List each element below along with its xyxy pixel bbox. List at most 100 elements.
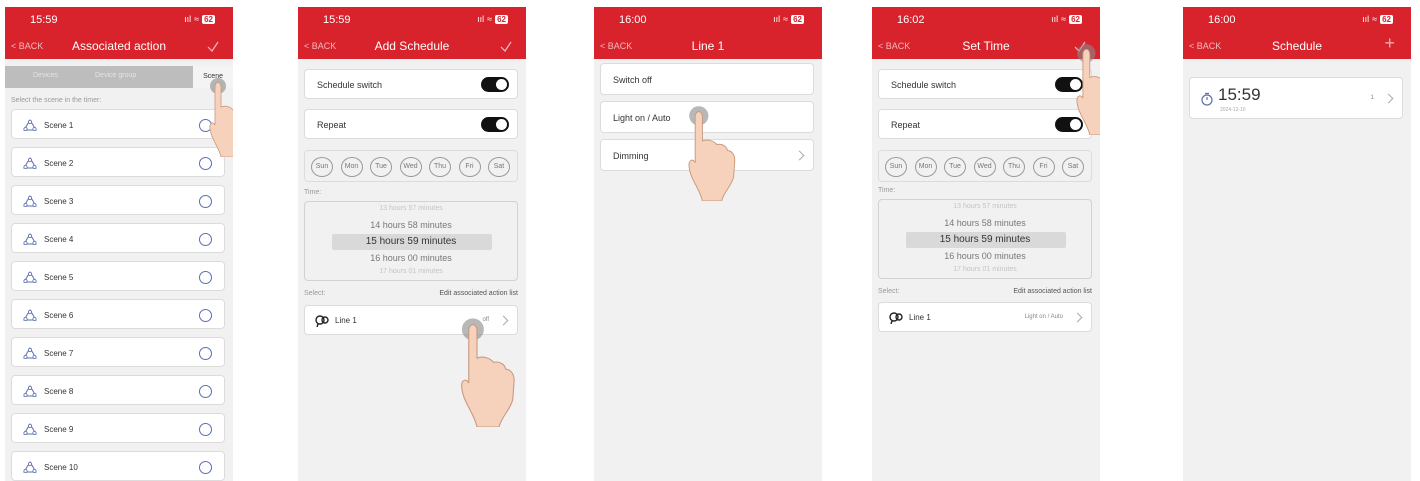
day-chip-tue[interactable]: Tue: [370, 157, 392, 177]
repeat-row: Repeat: [304, 109, 518, 139]
scene-label: Scene 8: [44, 387, 74, 396]
scene-icon: [23, 347, 37, 359]
scene-list-item[interactable]: Scene 8: [11, 375, 225, 405]
picker-row[interactable]: 13 hours 57 minutes: [879, 203, 1091, 210]
schedule-date: 2024-12-10: [1220, 107, 1246, 113]
scene-hint: Select the scene in the timer:: [11, 97, 102, 104]
day-chip-sun[interactable]: Sun: [311, 157, 333, 177]
repeat-label: Repeat: [891, 120, 921, 130]
chevron-right-icon: [794, 150, 805, 161]
time-picker[interactable]: 13 hours 57 minutes 14 hours 58 minutes 15…: [304, 201, 518, 281]
option-label: Switch off: [613, 75, 652, 85]
signal-icon: ııl: [773, 14, 781, 24]
header: 15:59 ııl ≈ 62 < BACK Add Schedule: [298, 7, 526, 59]
day-chip-sat[interactable]: Sat: [1062, 157, 1084, 177]
picker-row[interactable]: 16 hours 00 minutes: [879, 251, 1091, 261]
day-chip-thu[interactable]: Thu: [429, 157, 451, 177]
picker-row[interactable]: 16 hours 00 minutes: [305, 253, 517, 263]
day-chip-mon[interactable]: Mon: [914, 157, 937, 177]
status-icons: ııl ≈ 62: [1362, 14, 1393, 24]
picker-row[interactable]: 17 hours 01 minutes: [305, 268, 517, 275]
line-name: Line 1: [335, 316, 357, 325]
wifi-icon: ≈: [194, 14, 200, 24]
scene-radio[interactable]: [199, 347, 212, 360]
line-name: Line 1: [909, 313, 931, 322]
scene-radio[interactable]: [199, 157, 212, 170]
status-time: 16:02: [897, 14, 925, 26]
edit-action-list-link[interactable]: Edit associated action list: [439, 290, 518, 297]
scene-list-item[interactable]: Scene 7: [11, 337, 225, 367]
signal-icon: ııl: [1362, 14, 1370, 24]
line-row[interactable]: Line 1 Light on / Auto: [878, 302, 1092, 332]
option-label: Light on / Auto: [613, 113, 671, 123]
schedule-entry[interactable]: 15:59 2024-12-10 1: [1189, 77, 1403, 119]
edit-action-list-link[interactable]: Edit associated action list: [1013, 288, 1092, 295]
scene-icon: [23, 461, 37, 473]
battery-icon: 62: [202, 14, 215, 24]
scene-icon: [23, 195, 37, 207]
scene-radio[interactable]: [199, 271, 212, 284]
scene-icon: [23, 157, 37, 169]
picker-row[interactable]: 15 hours 59 minutes: [305, 236, 517, 247]
page-title: Associated action: [71, 39, 167, 53]
scene-radio[interactable]: [199, 195, 212, 208]
scene-icon: [23, 423, 37, 435]
scene-list-item[interactable]: Scene 1: [11, 109, 225, 139]
header: 16:00 ııl ≈ 62 < BACK Schedule +: [1183, 7, 1411, 59]
scene-list-item[interactable]: Scene 6: [11, 299, 225, 329]
option-label: Dimming: [613, 151, 649, 161]
scene-radio[interactable]: [199, 385, 212, 398]
picker-row[interactable]: 17 hours 01 minutes: [879, 266, 1091, 273]
picker-row[interactable]: 14 hours 58 minutes: [879, 218, 1091, 228]
battery-icon: 62: [1380, 14, 1393, 24]
day-chip-wed[interactable]: Wed: [399, 157, 422, 177]
battery-icon: 62: [791, 14, 804, 24]
day-chip-wed[interactable]: Wed: [973, 157, 996, 177]
header: 16:02 ııl ≈ 62 < BACK Set Time: [872, 7, 1100, 59]
scene-radio[interactable]: [199, 423, 212, 436]
scene-icon: [23, 119, 37, 131]
scene-radio[interactable]: [199, 233, 212, 246]
day-chip-fri[interactable]: Fri: [458, 157, 481, 177]
option-switch-off[interactable]: Switch off: [600, 63, 814, 95]
tab-device-group[interactable]: Device group: [95, 72, 136, 79]
wifi-icon: ≈: [1372, 14, 1378, 24]
scene-list-item[interactable]: Scene 10: [11, 451, 225, 481]
picker-row[interactable]: 13 hours 57 minutes: [305, 205, 517, 212]
pointer-hand-icon: [209, 78, 233, 157]
battery-icon: 62: [495, 14, 508, 24]
tab-bar: Devices Device group Scene: [5, 66, 233, 88]
scene-list-item[interactable]: Scene 9: [11, 413, 225, 443]
scene-list-item[interactable]: Scene 3: [11, 185, 225, 215]
picker-row[interactable]: 14 hours 58 minutes: [305, 220, 517, 230]
weekday-selector: Sun Mon Tue Wed Thu Fri Sat: [878, 150, 1092, 182]
pointer-hand-icon: [1076, 44, 1100, 135]
day-chip-sat[interactable]: Sat: [488, 157, 510, 177]
scene-icon: [23, 233, 37, 245]
plus-icon[interactable]: +: [1384, 34, 1395, 52]
status-time: 15:59: [30, 14, 58, 26]
scene-list-item[interactable]: Scene 2: [11, 147, 225, 177]
time-picker[interactable]: 13 hours 57 minutes 14 hours 58 minutes 15…: [878, 199, 1092, 279]
scene-list-item[interactable]: Scene 4: [11, 223, 225, 253]
tab-devices[interactable]: Devices: [33, 72, 58, 79]
picker-row[interactable]: 15 hours 59 minutes: [879, 234, 1091, 245]
day-chip-thu[interactable]: Thu: [1003, 157, 1025, 177]
scene-list-item[interactable]: Scene 5: [11, 261, 225, 291]
day-chip-fri[interactable]: Fri: [1032, 157, 1055, 177]
wifi-icon: ≈: [487, 14, 493, 24]
weekday-selector: Sun Mon Tue Wed Thu Fri Sat: [304, 150, 518, 182]
scene-radio[interactable]: [199, 461, 212, 474]
day-chip-sun[interactable]: Sun: [885, 157, 907, 177]
check-icon[interactable]: [207, 41, 219, 53]
repeat-toggle[interactable]: [481, 117, 509, 132]
day-chip-tue[interactable]: Tue: [944, 157, 966, 177]
day-chip-mon[interactable]: Mon: [340, 157, 363, 177]
schedule-switch-toggle[interactable]: [481, 77, 509, 92]
scene-radio[interactable]: [199, 309, 212, 322]
check-icon[interactable]: [500, 41, 512, 53]
chevron-right-icon: [1383, 93, 1394, 104]
schedule-switch-row: Schedule switch: [878, 69, 1092, 99]
screen-schedule: 16:00 ııl ≈ 62 < BACK Schedule + 15:59 2…: [1183, 7, 1411, 481]
timer-icon: [1201, 92, 1213, 106]
